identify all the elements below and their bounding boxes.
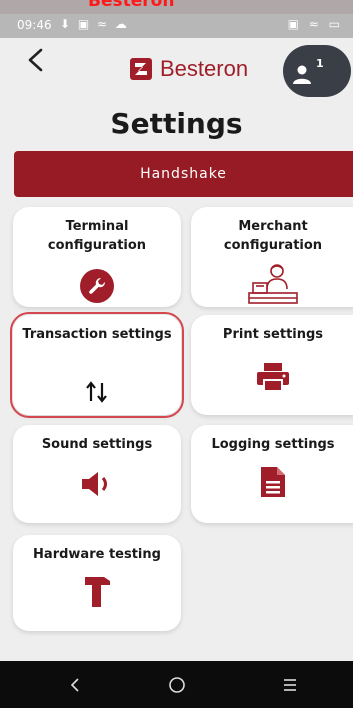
tile-print-settings[interactable]: Print settings <box>191 315 353 415</box>
user-avatar-button[interactable]: 1 <box>283 45 351 97</box>
nav-back-icon <box>70 678 79 692</box>
hammer-icon <box>85 577 110 607</box>
besteron-logo-icon <box>130 58 152 80</box>
tile-transaction-settings[interactable]: Transaction settings <box>10 312 184 418</box>
nav-home-button[interactable] <box>157 671 197 699</box>
tile-label: Transaction settings <box>22 327 172 342</box>
tile-label: Merchant configuration <box>223 219 323 253</box>
tile-logging-settings[interactable]: Logging settings <box>191 425 353 523</box>
back-button[interactable] <box>22 45 52 75</box>
android-navigation-bar <box>0 661 353 708</box>
notification-icons: ⬇ ▣ ≈ ☁ <box>60 17 129 31</box>
tile-merchant-configuration[interactable]: Merchant configuration <box>191 207 353 307</box>
wrench-icon <box>80 269 114 303</box>
banner-text: Besteron <box>88 0 175 11</box>
notification-badge: 1 <box>316 57 324 70</box>
speaker-icon <box>82 472 107 496</box>
app-logo: Besteron <box>130 54 248 84</box>
tile-hardware-testing[interactable]: Hardware testing <box>13 535 181 631</box>
nav-menu-button[interactable] <box>270 671 310 699</box>
printer-icon <box>257 363 289 392</box>
page-title: Settings <box>110 107 243 140</box>
sort-arrows-icon <box>86 381 107 403</box>
status-time: 09:46 <box>17 18 52 32</box>
logo-text: Besteron <box>160 56 249 81</box>
user-icon <box>293 65 311 84</box>
chevron-left-icon <box>28 48 43 72</box>
tile-label: Terminal configuration <box>47 219 147 253</box>
system-icons: ▣ ≈ ▭ <box>287 17 343 31</box>
status-bar: 09:46 ⬇ ▣ ≈ ☁ ▣ ≈ ▭ <box>0 14 353 38</box>
handshake-button[interactable]: Handshake <box>14 151 353 197</box>
tile-label: Hardware testing <box>33 547 161 562</box>
tile-terminal-configuration[interactable]: Terminal configuration <box>13 207 181 307</box>
nav-back-button[interactable] <box>55 671 95 699</box>
nav-home-icon <box>169 677 185 693</box>
tile-label: Print settings <box>222 327 324 342</box>
nav-menu-icon <box>284 679 296 691</box>
tile-label: Sound settings <box>41 437 153 452</box>
app-screen: Besteron 09:46 ⬇ ▣ ≈ ☁ ▣ ≈ ▭ Besteron 1 … <box>0 0 353 708</box>
document-icon <box>261 467 285 497</box>
tile-sound-settings[interactable]: Sound settings <box>13 425 181 523</box>
cashier-icon <box>248 264 298 304</box>
tile-label: Logging settings <box>211 437 335 452</box>
top-banner: Besteron <box>0 0 353 14</box>
